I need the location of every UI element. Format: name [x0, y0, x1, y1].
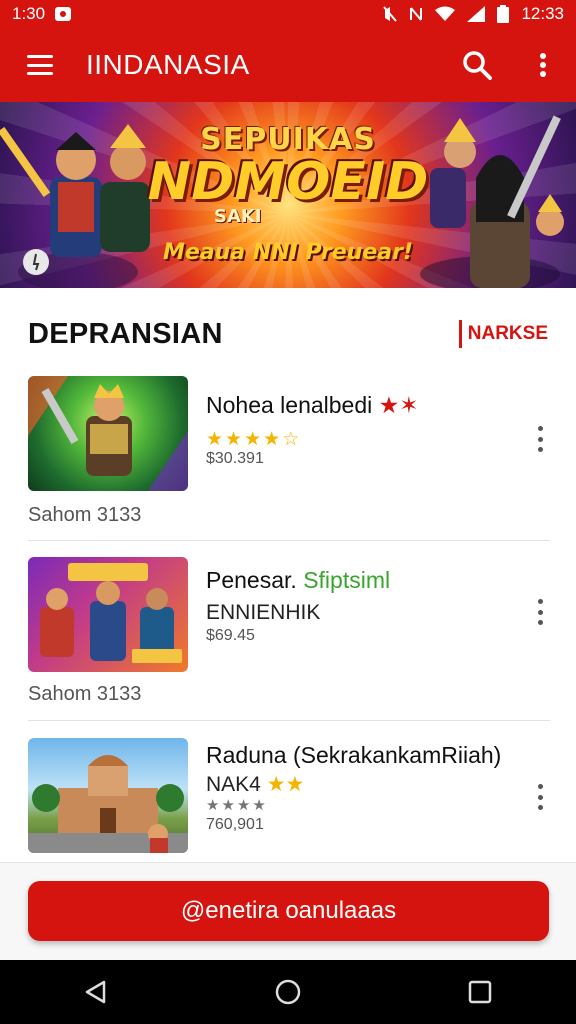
status-bar: 1:30 12:33 — [0, 0, 576, 28]
item-price: $30.391 — [206, 450, 264, 467]
back-icon — [85, 980, 106, 1004]
heroes-group-illustration — [40, 563, 182, 663]
nfc-icon — [410, 7, 423, 21]
item-footer: Sahom 3133 — [28, 504, 142, 526]
item-price: 760,901 — [206, 816, 264, 833]
divider — [28, 540, 550, 541]
bottom-action-area: @enetira oanulaaas — [0, 862, 576, 960]
item-title: Penesar. Sfiptsiml — [206, 567, 391, 593]
hamburger-icon — [27, 55, 53, 75]
list-item[interactable]: Nohea lenalbedi ★✶ ★ ★ ★ ★ ☆ $30.391 Sahom 3… — [0, 376, 576, 536]
item-subtitle: ENNIENHIK — [206, 601, 321, 624]
item-price: $69.45 — [206, 627, 255, 644]
mute-icon — [383, 6, 398, 22]
more-vert-icon — [540, 53, 546, 77]
game-thumbnail — [28, 557, 188, 672]
item-title: Nohea lenalbedi ★✶ — [206, 392, 419, 418]
divider — [28, 720, 550, 721]
menu-button[interactable] — [0, 28, 80, 102]
app-title: IINDANASIA — [86, 49, 250, 80]
system-nav-bar — [0, 960, 576, 1024]
list-item[interactable]: Raduna (SekrakankamRiiah) NAK4 ★★ ★ ★ ★ ★ 7… — [0, 738, 576, 858]
status-time-left: 1:30 — [12, 4, 46, 23]
wifi-icon — [435, 6, 456, 21]
item-more-button[interactable] — [534, 426, 546, 452]
back-button[interactable] — [56, 960, 136, 1024]
banner-badge-icon — [23, 249, 49, 275]
primary-action-button[interactable]: @enetira oanulaaas — [28, 881, 549, 941]
home-icon — [275, 979, 301, 1005]
battery-icon — [497, 5, 510, 23]
item-footer: Sahom 3133 — [28, 683, 142, 705]
item-more-button[interactable] — [534, 784, 546, 810]
section-more-link[interactable]: NARKSE — [458, 320, 548, 348]
warrior-illustration — [28, 376, 188, 491]
promo-banner[interactable]: SEPUIKAS NDMOEID SAKI Meaua NNI Preuear! — [0, 102, 576, 288]
section-title: DEPRANSIAN — [28, 318, 223, 350]
signal-icon — [467, 6, 486, 22]
search-button[interactable] — [444, 28, 510, 102]
item-subtitle: NAK4 ★★ — [206, 773, 305, 796]
list-item[interactable]: Penesar. Sfiptsiml ENNIENHIK $69.45 Saho… — [0, 557, 576, 712]
overflow-menu-button[interactable] — [510, 28, 576, 102]
palace-illustration — [28, 755, 188, 853]
recents-icon — [468, 980, 492, 1004]
search-icon — [463, 51, 492, 80]
status-time-right: 12:33 — [521, 4, 564, 23]
camera-app-icon — [55, 7, 72, 21]
recents-button[interactable] — [440, 960, 520, 1024]
game-thumbnail — [28, 738, 188, 853]
app-bar: IINDANASIA — [0, 28, 576, 102]
item-more-button[interactable] — [534, 599, 546, 625]
rating-stars: ★ ★ ★ ★ ☆ — [206, 429, 300, 450]
banner-tagline: Meaua NNI Preuear! — [162, 240, 414, 265]
game-thumbnail — [28, 376, 188, 491]
item-title: Raduna (SekrakankamRiiah) — [206, 742, 502, 768]
app-screen: 1:30 12:33 IINDANASIA SEPUIKAS NDMOEID S… — [0, 0, 576, 1024]
banner-headline-3: SAKI — [214, 206, 262, 227]
hot-stars-icon: ★✶ — [372, 392, 419, 418]
hot-stars-icon: ★★ — [266, 773, 305, 796]
home-button[interactable] — [248, 960, 328, 1024]
rating-stars: ★ ★ ★ ★ — [206, 797, 266, 814]
banner-headline-2: NDMOEID — [147, 152, 429, 212]
